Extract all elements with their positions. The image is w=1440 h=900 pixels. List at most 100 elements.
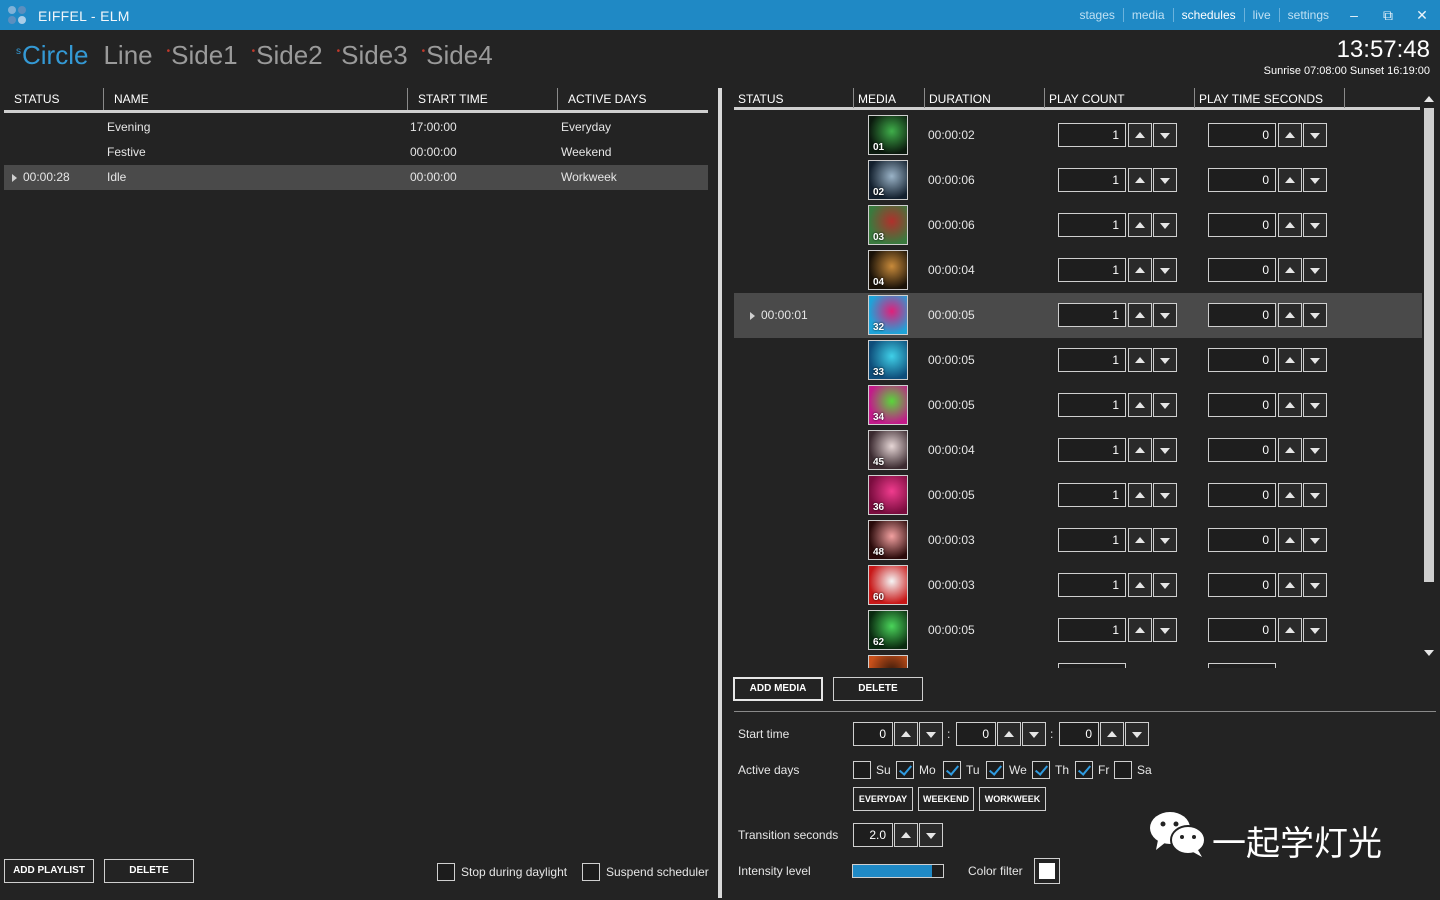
workweek-button[interactable]: WORKWEEK [979, 787, 1046, 811]
start-second-up-icon[interactable] [1100, 722, 1124, 746]
day-we-checkbox[interactable] [986, 761, 1004, 779]
stage-tab-side2[interactable]: •Side2 [252, 40, 323, 71]
start-minute-down-icon[interactable] [1022, 722, 1046, 746]
media-thumbnail[interactable] [868, 655, 908, 668]
play-time-input[interactable]: 0 [1208, 393, 1276, 417]
start-hour-down-icon[interactable] [919, 722, 943, 746]
play-count-up-icon[interactable] [1128, 483, 1152, 507]
play-time-down-icon[interactable] [1303, 618, 1327, 642]
playlist-row[interactable]: Festive 00:00:00 Weekend [4, 140, 708, 165]
nav-media[interactable]: media [1122, 8, 1173, 22]
play-count-up-icon[interactable] [1128, 213, 1152, 237]
play-time-input[interactable]: 0 [1208, 348, 1276, 372]
play-count-up-icon[interactable] [1128, 303, 1152, 327]
play-count-input[interactable]: 1 [1058, 123, 1126, 147]
play-count-input[interactable] [1058, 663, 1126, 668]
play-time-up-icon[interactable] [1278, 573, 1302, 597]
play-count-down-icon[interactable] [1153, 618, 1177, 642]
stop-daylight-checkbox[interactable] [437, 863, 455, 881]
playlist-row[interactable]: 00:00:28 Idle 00:00:00 Workweek [4, 165, 708, 190]
everyday-button[interactable]: EVERYDAY [853, 787, 913, 811]
col-start-time[interactable]: START TIME [408, 88, 558, 110]
media-row[interactable]: 45 00:00:04 1 0 [734, 428, 1422, 473]
play-time-up-icon[interactable] [1278, 123, 1302, 147]
play-time-up-icon[interactable] [1278, 258, 1302, 282]
play-count-input[interactable]: 1 [1058, 528, 1126, 552]
col-duration[interactable]: DURATION [925, 88, 1045, 108]
play-time-up-icon[interactable] [1278, 303, 1302, 327]
play-time-down-icon[interactable] [1303, 438, 1327, 462]
play-time-input[interactable]: 0 [1208, 483, 1276, 507]
nav-stages[interactable]: stages [1072, 8, 1123, 22]
scroll-thumb[interactable] [1424, 108, 1434, 582]
day-sa-checkbox[interactable] [1114, 761, 1132, 779]
play-count-input[interactable]: 1 [1058, 393, 1126, 417]
color-filter-swatch[interactable] [1034, 858, 1060, 884]
media-row[interactable]: 60 00:00:03 1 0 [734, 563, 1422, 608]
panel-divider[interactable] [718, 88, 722, 898]
expand-arrow-icon[interactable] [750, 311, 755, 320]
nav-schedules[interactable]: schedules [1172, 8, 1244, 22]
stage-tab-side3[interactable]: •Side3 [337, 40, 408, 71]
play-time-down-icon[interactable] [1303, 573, 1327, 597]
start-hour-up-icon[interactable] [894, 722, 918, 746]
play-count-down-icon[interactable] [1153, 438, 1177, 462]
col-play-time[interactable]: PLAY TIME SECONDS [1195, 88, 1345, 108]
media-row[interactable]: 62 00:00:05 1 0 [734, 608, 1422, 653]
stage-tab-line[interactable]: Line [102, 40, 152, 71]
stage-tab-side4[interactable]: •Side4 [422, 40, 493, 71]
media-thumbnail[interactable]: 62 [868, 610, 908, 650]
col-name[interactable]: NAME [104, 88, 408, 110]
stage-tab-circle[interactable]: sCircle [16, 40, 88, 71]
play-time-input[interactable]: 0 [1208, 258, 1276, 282]
play-count-down-icon[interactable] [1153, 258, 1177, 282]
play-time-up-icon[interactable] [1278, 168, 1302, 192]
day-tu-checkbox[interactable] [943, 761, 961, 779]
media-row[interactable] [734, 653, 1422, 668]
play-time-up-icon[interactable] [1278, 438, 1302, 462]
day-fr-checkbox[interactable] [1075, 761, 1093, 779]
play-count-down-icon[interactable] [1153, 483, 1177, 507]
play-count-input[interactable]: 1 [1058, 618, 1126, 642]
day-mo-checkbox[interactable] [896, 761, 914, 779]
media-thumbnail[interactable]: 45 [868, 430, 908, 470]
play-count-down-icon[interactable] [1153, 123, 1177, 147]
media-row[interactable]: 33 00:00:05 1 0 [734, 338, 1422, 383]
play-time-down-icon[interactable] [1303, 258, 1327, 282]
intensity-slider[interactable] [852, 864, 944, 878]
play-count-input[interactable]: 1 [1058, 213, 1126, 237]
media-thumbnail[interactable]: 32 [868, 295, 908, 335]
play-time-input[interactable]: 0 [1208, 213, 1276, 237]
play-time-input[interactable]: 0 [1208, 303, 1276, 327]
suspend-scheduler-checkbox[interactable] [582, 863, 600, 881]
media-thumbnail[interactable]: 01 [868, 115, 908, 155]
transition-down-icon[interactable] [919, 823, 943, 847]
play-count-down-icon[interactable] [1153, 213, 1177, 237]
play-time-up-icon[interactable] [1278, 393, 1302, 417]
play-count-up-icon[interactable] [1128, 168, 1152, 192]
play-time-input[interactable]: 0 [1208, 618, 1276, 642]
play-count-input[interactable]: 1 [1058, 438, 1126, 462]
restore-button[interactable]: ⧉ [1376, 5, 1400, 25]
play-count-up-icon[interactable] [1128, 348, 1152, 372]
media-thumbnail[interactable]: 04 [868, 250, 908, 290]
expand-arrow-icon[interactable] [12, 173, 17, 182]
play-time-down-icon[interactable] [1303, 348, 1327, 372]
media-thumbnail[interactable]: 02 [868, 160, 908, 200]
start-hour-input[interactable]: 0 [853, 722, 893, 746]
play-count-input[interactable]: 1 [1058, 303, 1126, 327]
play-count-down-icon[interactable] [1153, 303, 1177, 327]
day-su-checkbox[interactable] [853, 761, 871, 779]
media-row[interactable]: 04 00:00:04 1 0 [734, 248, 1422, 293]
play-time-down-icon[interactable] [1303, 213, 1327, 237]
media-thumbnail[interactable]: 34 [868, 385, 908, 425]
playlist-row[interactable]: Evening 17:00:00 Everyday [4, 115, 708, 140]
play-count-input[interactable]: 1 [1058, 483, 1126, 507]
play-time-up-icon[interactable] [1278, 528, 1302, 552]
play-count-up-icon[interactable] [1128, 438, 1152, 462]
play-count-down-icon[interactable] [1153, 393, 1177, 417]
media-row[interactable]: 34 00:00:05 1 0 [734, 383, 1422, 428]
scroll-down-icon[interactable] [1424, 650, 1434, 658]
play-time-down-icon[interactable] [1303, 483, 1327, 507]
play-count-down-icon[interactable] [1153, 528, 1177, 552]
